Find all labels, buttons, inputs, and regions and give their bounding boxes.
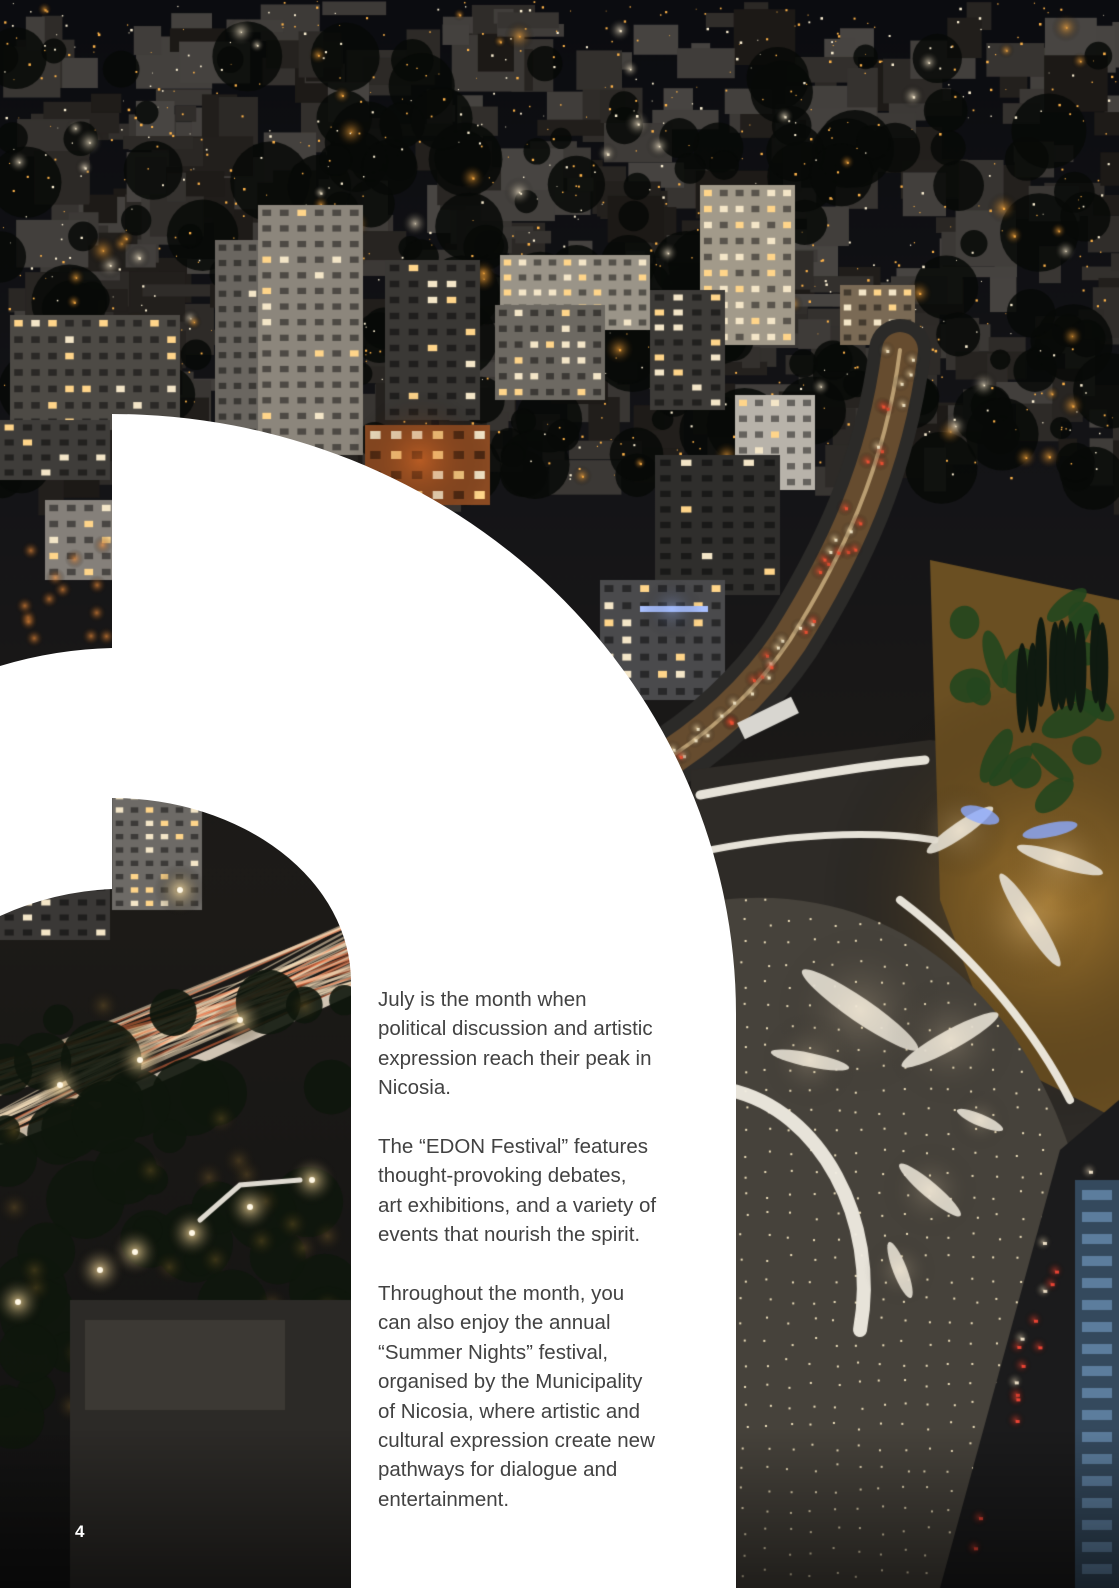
paragraph-summer-nights: Throughout the month, you can also enjoy…	[378, 1279, 718, 1514]
paragraph-july-intro: July is the month when political discuss…	[378, 985, 718, 1103]
text-line: can also enjoy the annual	[378, 1311, 611, 1335]
text-line: expression reach their peak in	[378, 1046, 652, 1070]
text-line: cultural expression create new	[378, 1429, 655, 1453]
text-line: art exhibitions, and a variety of	[378, 1193, 657, 1217]
text-line: thought-provoking debates,	[378, 1164, 627, 1188]
text-line: Nicosia.	[378, 1076, 451, 1100]
text-line: entertainment.	[378, 1487, 510, 1511]
text-line: “Summer Nights” festival,	[378, 1340, 609, 1364]
text-line: of Nicosia, where artistic and	[378, 1399, 641, 1423]
text-line: organised by the Municipality	[378, 1370, 643, 1394]
text-line: events that nourish the spirit.	[378, 1223, 641, 1247]
brochure-page: July is the month when political discuss…	[0, 0, 1119, 1588]
text-line: The “EDON Festival” features	[378, 1135, 648, 1159]
text-line: Throughout the month, you	[378, 1282, 625, 1306]
paragraph-edon-festival: The “EDON Festival” features thought-pro…	[378, 1132, 718, 1250]
text-line: political discussion and artistic	[378, 1017, 653, 1041]
text-line: July is the month when	[378, 988, 587, 1011]
page-number: 4	[75, 1522, 85, 1541]
body-text: July is the month when political discuss…	[378, 985, 718, 1544]
text-line: pathways for dialogue and	[378, 1458, 618, 1482]
